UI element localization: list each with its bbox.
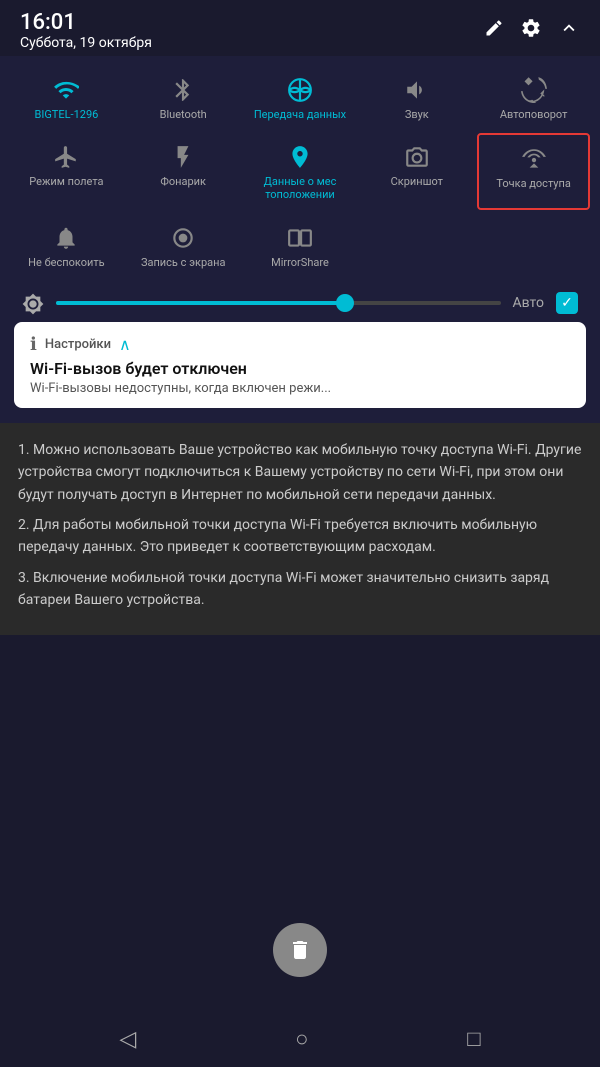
main-text-paragraph: 2. Для работы мобильной точки доступа Wi… [18,514,582,559]
back-button[interactable]: ◁ [119,1027,136,1052]
notification-body: Wi-Fi-вызовы недоступны, когда включен р… [30,381,570,396]
toggle-sound[interactable]: Звук [360,66,473,129]
edit-icon [484,14,504,38]
nav-bar: ◁ ○ □ [0,1011,600,1067]
brightness-row: Авто ✓ [10,285,590,322]
airplane-label: Режим полета [29,175,103,188]
toggle-screenshot[interactable]: Скриншот [360,133,473,209]
mirrorshare-label: MirrorShare [271,256,329,269]
brightness-fill [56,301,345,305]
status-time: 16:01 [20,10,152,35]
toggle-airplane[interactable]: Режим полета [10,133,123,209]
main-text-paragraph: 1. Можно использовать Ваше устройство ка… [18,439,582,506]
status-icons [484,14,580,39]
airplane-icon [53,141,79,171]
data-icon [287,74,313,104]
screenrecord-label: Запись с экрана [141,256,226,269]
autorotate-label: Автоповорот [500,108,568,121]
status-date: Суббота, 19 октября [20,35,152,51]
main-content: 1. Можно использовать Ваше устройство ка… [0,423,600,636]
notification-app-name: Настройки [45,337,111,352]
notification-chevron-icon: ∧ [119,335,131,354]
wifi-label: BIGTEL-1296 [34,108,98,121]
status-bar: 16:01 Суббота, 19 октября [0,0,600,56]
toggle-dnd[interactable]: Не беспокоить [10,214,123,277]
notification-header: ℹ Настройки ∧ [30,334,570,355]
autorotate-icon [521,74,547,104]
dnd-label: Не беспокоить [28,256,104,269]
notification-title: Wi-Fi-вызов будет отключен [30,359,570,378]
brightness-slider[interactable] [56,301,501,305]
brightness-thumb [336,294,354,312]
main-text-paragraph: 3. Включение мобильной точки доступа Wi-… [18,567,582,612]
toggle-screenrecord[interactable]: Запись с экрана [127,214,240,277]
screenrecord-icon [170,222,196,252]
location-icon [287,141,313,171]
toggle-flashlight[interactable]: Фонарик [127,133,240,209]
sound-icon [404,74,430,104]
toggle-mirrorshare[interactable]: MirrorShare [244,214,357,277]
hotspot-label: Точка доступа [496,177,571,190]
wifi-icon [53,74,79,104]
toggle-wifi[interactable]: BIGTEL-1296 [10,66,123,129]
sound-label: Звук [405,108,429,121]
recent-button[interactable]: □ [467,1026,480,1052]
toggle-location[interactable]: Данные о мес тоположении [244,133,357,209]
info-icon: ℹ [30,334,37,355]
bluetooth-icon [170,74,196,104]
brightness-icon [22,291,44,316]
mirrorshare-icon [287,222,313,252]
screenshot-label: Скриншот [391,175,443,188]
auto-label: Авто [513,295,545,311]
toggle-bluetooth[interactable]: Bluetooth [127,66,240,129]
location-label: Данные о мес тоположении [248,175,353,201]
flashlight-label: Фонарик [160,175,206,188]
screenshot-icon [404,141,430,171]
flashlight-icon [170,141,196,171]
toggles-grid: BIGTEL-1296 Bluetooth Передача данных Зв… [10,66,590,277]
bluetooth-label: Bluetooth [160,108,207,121]
collapse-icon[interactable] [558,14,580,39]
home-button[interactable]: ○ [295,1026,308,1052]
quick-settings-panel: BIGTEL-1296 Bluetooth Передача данных Зв… [0,56,600,423]
delete-fab[interactable] [273,923,327,977]
settings-icon[interactable] [520,14,542,39]
notification-card[interactable]: ℹ Настройки ∧ Wi-Fi-вызов будет отключен… [14,322,586,408]
hotspot-icon [521,143,547,173]
toggle-hotspot[interactable]: Точка доступа [477,133,590,209]
toggle-data[interactable]: Передача данных [244,66,357,129]
dnd-icon [53,222,79,252]
toggle-autorotate[interactable]: Автоповорот [477,66,590,129]
data-label: Передача данных [254,108,346,121]
auto-checkbox[interactable]: ✓ [556,292,578,314]
